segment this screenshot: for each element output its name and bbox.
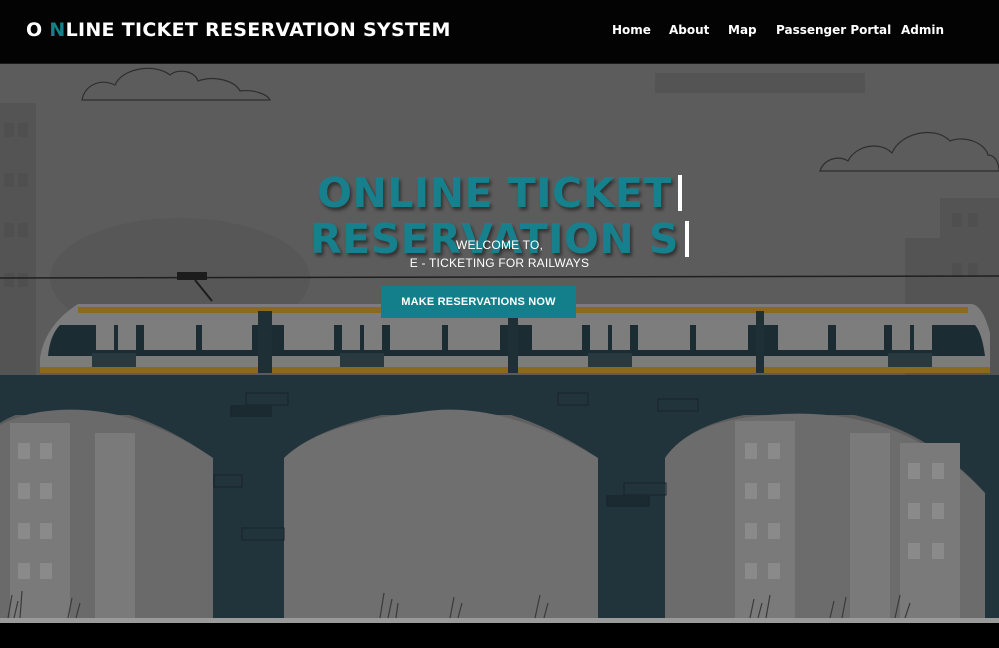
hero-section: ONLINE TICKET RESERVATION S WELCOME TO, …: [0, 63, 999, 623]
nav-admin-link[interactable]: Admin: [901, 23, 944, 37]
make-reservations-button[interactable]: MAKE RESERVATIONS NOW: [381, 286, 576, 318]
nav-passenger-portal-link[interactable]: Passenger Portal: [776, 23, 891, 37]
hero-background-illustration: [0, 63, 999, 623]
nav-about-link[interactable]: About: [669, 23, 709, 37]
navbar: O NLINE TICKET RESERVATION SYSTEM Home A…: [0, 0, 999, 64]
typing-cursor: [677, 175, 682, 212]
footer-bar: [0, 623, 999, 648]
welcome-line1: WELCOME TO,: [455, 238, 544, 252]
nav-menu: Home About Map Passenger Portal Admin: [0, 23, 999, 43]
hero-title-line1: ONLINE TICKET: [317, 169, 672, 218]
welcome-line2: E - TICKETING FOR RAILWAYS: [409, 256, 590, 270]
nav-map-link[interactable]: Map: [728, 23, 757, 37]
nav-home-link[interactable]: Home: [612, 23, 651, 37]
welcome-text: WELCOME TO, E - TICKETING FOR RAILWAYS: [0, 236, 999, 272]
